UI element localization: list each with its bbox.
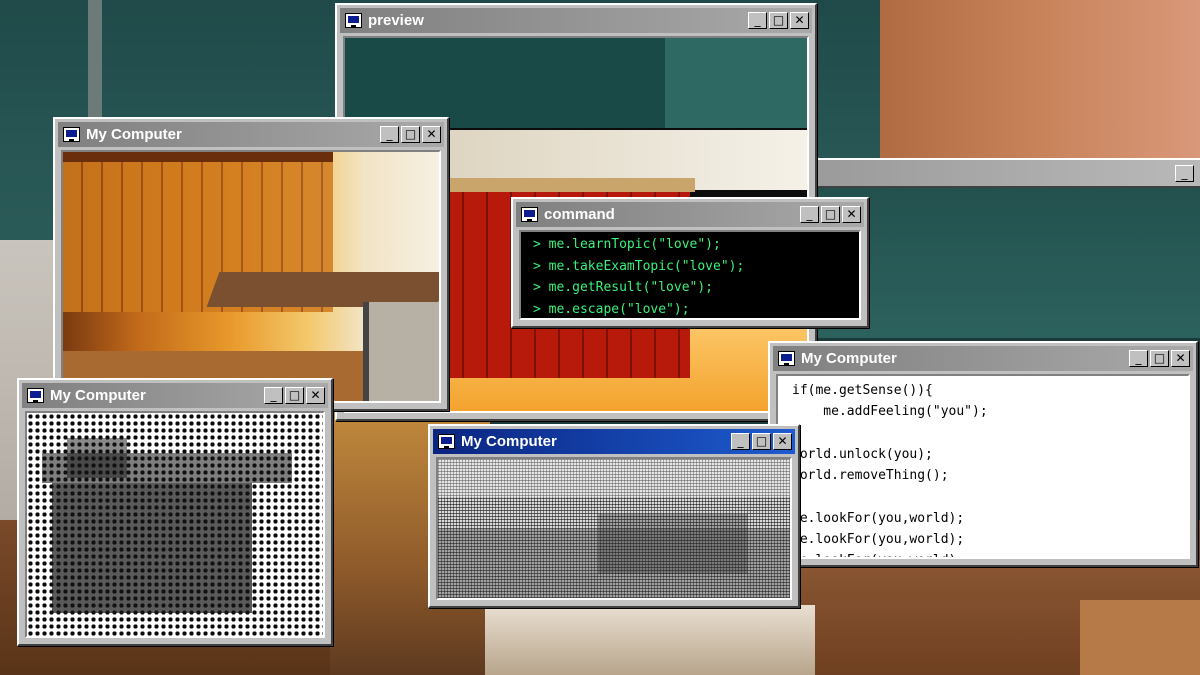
photo-podium-top [445,178,695,192]
code-line: if(me.getSense()){ [792,383,933,398]
code-editor[interactable]: if(me.getSense()){ me.addFeeling("you");… [776,374,1190,559]
code-line: me.lookFor(you,world); [778,550,1188,557]
minimize-button[interactable]: _ [731,433,750,450]
photo-chalkboard-light [665,38,807,128]
computer-icon [345,13,362,28]
close-button[interactable]: ✕ [773,433,792,450]
computer-icon [63,127,80,142]
window-title: My Computer [461,433,557,450]
command-line: > me.takeExamTopic("love"); [533,258,745,274]
desk-photo [61,150,441,403]
window-titlebar[interactable]: My Computer _ □ ✕ [773,346,1193,371]
minimize-button[interactable]: _ [380,126,399,143]
desk-background [1080,600,1200,675]
code-window[interactable]: My Computer _ □ ✕ if(me.getSense()){ me.… [768,341,1198,567]
code-line: me.lookFor(you,world); [792,532,965,548]
wall-background [880,0,1200,170]
window-titlebar[interactable]: My Computer _ □ ✕ [433,429,795,454]
dither-shade [438,459,790,497]
close-button[interactable]: ✕ [422,126,441,143]
window-titlebar[interactable]: preview _ □ ✕ [340,8,812,33]
code-line: world.removeThing(); [792,468,949,484]
minimize-button[interactable]: _ [1175,165,1194,182]
command-window[interactable]: command _ □ ✕ > me.learnTopic("love"); >… [511,197,869,328]
command-line: > me.learnTopic("love"); [533,237,721,252]
window-title: preview [368,12,424,29]
code-line: me.lookFor(you,world); [792,510,965,526]
computer-icon [27,388,44,403]
close-button[interactable]: ✕ [842,206,861,223]
maximize-button[interactable]: □ [401,126,420,143]
minimize-button[interactable]: _ [264,387,283,404]
command-line: > me.getResult("love"); [533,280,714,295]
dither-shade [598,514,748,574]
desk-photo-window[interactable]: My Computer _ □ ✕ [53,117,449,411]
maximize-button[interactable]: □ [752,433,771,450]
minimize-button[interactable]: _ [748,12,767,29]
halftone-shape [52,483,252,613]
dithered-image [436,457,792,600]
window-title: My Computer [50,387,146,404]
computer-icon [438,434,455,449]
code-line: me.addFeeling("you"); [792,404,988,420]
halftone-window[interactable]: My Computer _ □ ✕ [17,378,333,646]
photo-panel-top [63,152,333,162]
window-title: command [544,206,615,223]
photo-chair [363,302,439,401]
code-line: world.unlock(you); [792,446,933,462]
maximize-button[interactable]: □ [285,387,304,404]
minimize-button[interactable]: _ [800,206,819,223]
close-button[interactable]: ✕ [1171,350,1190,367]
close-button[interactable]: ✕ [306,387,325,404]
close-button[interactable]: ✕ [790,12,809,29]
maximize-button[interactable]: □ [1150,350,1169,367]
computer-icon [778,351,795,366]
window-titlebar[interactable]: My Computer _ □ ✕ [22,383,328,408]
maximize-button[interactable]: □ [821,206,840,223]
halftone-shape [67,438,127,478]
computer-icon [521,207,538,222]
code-line: } [778,423,1188,444]
window-titlebar[interactable]: command _ □ ✕ [516,202,864,227]
window-titlebar[interactable]: My Computer _ □ ✕ [58,122,444,147]
dither-window[interactable]: My Computer _ □ ✕ [428,424,800,608]
command-line: > me.escape("love"); [533,301,690,317]
command-output: > me.learnTopic("love"); > me.takeExamTo… [519,230,861,320]
minimize-button[interactable]: _ [1129,350,1148,367]
window-title: My Computer [801,350,897,367]
classroom-floor-bright [485,605,815,675]
halftone-image [25,411,325,638]
maximize-button[interactable]: □ [769,12,788,29]
window-title: My Computer [86,126,182,143]
background-window-titlebar[interactable]: _ [808,158,1200,188]
